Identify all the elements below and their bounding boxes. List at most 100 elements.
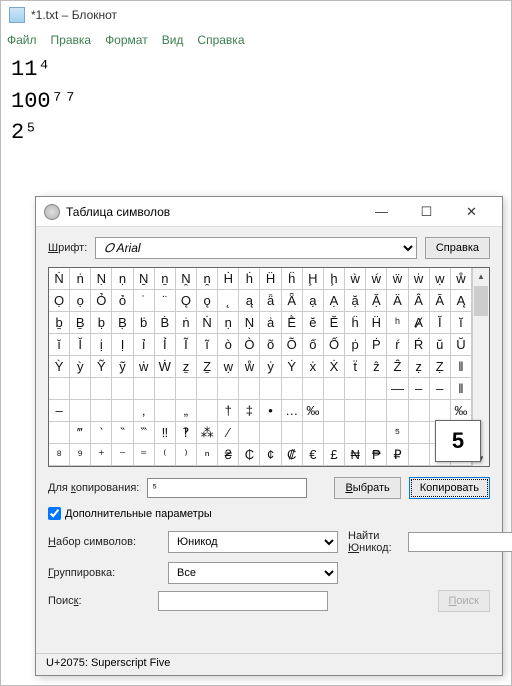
char-cell[interactable]: ṉ — [155, 268, 176, 290]
char-cell[interactable]: ỏ — [112, 290, 133, 312]
char-cell[interactable]: ṅ — [176, 312, 197, 334]
char-cell[interactable]: ⁻ — [112, 444, 133, 466]
char-cell[interactable]: ₸ — [324, 466, 345, 467]
char-cell[interactable]: Ỹ — [91, 356, 112, 378]
char-cell[interactable] — [303, 422, 324, 444]
char-cell[interactable]: Ṗ — [366, 334, 387, 356]
char-cell[interactable]: Ĩ — [176, 334, 197, 356]
char-cell[interactable]: ố — [303, 334, 324, 356]
char-cell[interactable]: ‚ — [134, 400, 155, 422]
char-cell[interactable]: Ą — [451, 290, 472, 312]
char-cell[interactable]: ₡ — [282, 444, 303, 466]
char-cell[interactable]: Ỳ — [49, 356, 70, 378]
char-cell[interactable]: ₽ — [155, 466, 176, 467]
menu-view[interactable]: Вид — [162, 33, 184, 47]
char-cell[interactable]: ẕ — [176, 356, 197, 378]
char-cell[interactable]: ŭ — [430, 334, 451, 356]
char-cell[interactable]: ẏ — [260, 356, 281, 378]
char-cell[interactable]: ⁼ — [134, 444, 155, 466]
char-cell[interactable]: ⁵ — [387, 422, 408, 444]
char-cell[interactable]: ⁂ — [197, 422, 218, 444]
char-cell[interactable]: ₵ — [239, 466, 260, 467]
char-cell[interactable]: ẑ — [366, 356, 387, 378]
search-input[interactable] — [158, 591, 328, 611]
char-cell[interactable] — [345, 422, 366, 444]
char-cell[interactable] — [324, 400, 345, 422]
char-cell[interactable]: ʰ — [387, 312, 408, 334]
char-cell[interactable] — [387, 400, 408, 422]
close-button[interactable]: ✕ — [449, 198, 494, 226]
char-cell[interactable]: ą — [239, 290, 260, 312]
menu-format[interactable]: Формат — [105, 33, 148, 47]
char-cell[interactable]: ⁺ — [91, 444, 112, 466]
char-cell[interactable]: ⁿ — [197, 444, 218, 466]
char-cell[interactable]: Ḕ — [282, 312, 303, 334]
char-cell[interactable]: ị — [91, 334, 112, 356]
charmap-titlebar[interactable]: Таблица символов — ☐ ✕ — [36, 197, 502, 227]
char-cell[interactable]: ḣ — [239, 268, 260, 290]
char-cell[interactable]: ẗ — [345, 356, 366, 378]
char-cell[interactable]: Ǐ — [70, 334, 91, 356]
help-button[interactable]: Справка — [425, 237, 490, 259]
char-cell[interactable]: ŕ — [387, 334, 408, 356]
char-cell[interactable]: ạ — [303, 290, 324, 312]
char-cell[interactable]: ẉ — [430, 268, 451, 290]
char-cell[interactable]: ⁸ — [49, 444, 70, 466]
char-cell[interactable]: ˛ — [218, 290, 239, 312]
char-cell[interactable]: „ — [176, 400, 197, 422]
char-cell[interactable] — [239, 422, 260, 444]
char-cell[interactable]: ₦ — [345, 444, 366, 466]
char-cell[interactable]: ẅ — [387, 268, 408, 290]
char-cell[interactable]: ẋ — [303, 356, 324, 378]
char-cell[interactable]: ẁ — [345, 268, 366, 290]
char-cell[interactable] — [260, 378, 281, 400]
char-cell[interactable] — [155, 400, 176, 422]
char-cell[interactable]: ₵ — [239, 444, 260, 466]
char-cell[interactable]: Ä — [387, 290, 408, 312]
char-cell[interactable]: Ị — [112, 334, 133, 356]
char-cell[interactable]: ₽ — [430, 466, 451, 467]
char-cell[interactable] — [366, 400, 387, 422]
char-cell[interactable]: Ạ — [324, 290, 345, 312]
char-cell[interactable]: ẃ — [366, 268, 387, 290]
char-cell[interactable]: Â — [409, 290, 430, 312]
char-cell[interactable]: Ỏ — [91, 290, 112, 312]
char-cell[interactable] — [345, 400, 366, 422]
char-cell[interactable]: ‡ — [239, 400, 260, 422]
char-cell[interactable]: ḧ — [345, 312, 366, 334]
char-cell[interactable]: ₺ — [303, 466, 324, 467]
advanced-checkbox-row[interactable]: Дополнительные параметры — [48, 507, 490, 520]
char-cell[interactable] — [112, 378, 133, 400]
char-cell[interactable]: ẇ — [134, 356, 155, 378]
char-cell[interactable]: Ặ — [366, 290, 387, 312]
char-cell[interactable]: ḩ — [324, 268, 345, 290]
char-cell[interactable]: Õ — [282, 334, 303, 356]
char-cell[interactable]: ṅ — [70, 268, 91, 290]
char-cell[interactable]: ¢ — [260, 444, 281, 466]
char-cell[interactable]: ‰ — [303, 400, 324, 422]
char-cell[interactable] — [49, 378, 70, 400]
char-cell[interactable]: ĩ — [197, 334, 218, 356]
char-cell[interactable]: Ọ — [49, 290, 70, 312]
char-cell[interactable]: ṇ — [218, 312, 239, 334]
char-cell[interactable] — [176, 378, 197, 400]
char-cell[interactable]: ỳ — [70, 356, 91, 378]
char-cell[interactable]: ₼ — [387, 466, 408, 467]
char-cell[interactable]: ḅ — [91, 312, 112, 334]
char-cell[interactable] — [324, 422, 345, 444]
char-cell[interactable]: Ẑ — [387, 356, 408, 378]
char-cell[interactable]: ⁽ — [155, 444, 176, 466]
char-cell[interactable] — [134, 378, 155, 400]
char-cell[interactable]: Ā — [430, 290, 451, 312]
char-cell[interactable]: ₳ — [197, 466, 218, 467]
char-cell[interactable] — [70, 400, 91, 422]
scroll-thumb[interactable] — [474, 286, 488, 316]
font-select[interactable]: 𝑂 Arial — [95, 237, 417, 259]
char-cell[interactable]: ẘ — [451, 268, 472, 290]
menu-file[interactable]: Файл — [7, 33, 37, 47]
char-cell[interactable]: ṇ — [112, 268, 133, 290]
char-cell[interactable]: ǐ — [49, 334, 70, 356]
char-cell[interactable]: ₭ — [70, 466, 91, 467]
char-cell[interactable]: ₨ — [134, 466, 155, 467]
char-cell[interactable] — [345, 378, 366, 400]
